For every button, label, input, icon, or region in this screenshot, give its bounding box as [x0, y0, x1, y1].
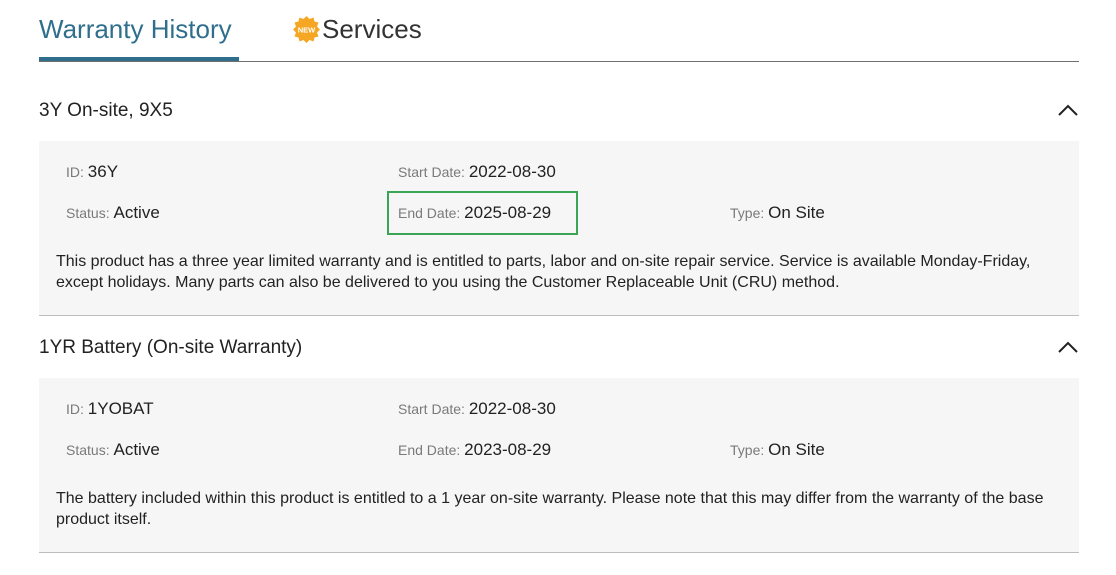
warranty-id-value: 1YOBAT — [87, 399, 154, 418]
warranty-start-date: Start Date: 2022-08-30 — [398, 162, 556, 181]
warranty-id: ID: 1YOBAT — [66, 399, 154, 418]
type-value: On Site — [768, 440, 825, 459]
chevron-up-icon[interactable] — [1057, 339, 1079, 355]
status-value: Active — [113, 203, 160, 222]
warranty-end-date: End Date: 2023-08-29 — [398, 440, 552, 459]
status-value: Active — [113, 440, 160, 459]
new-badge-text: NEW — [298, 25, 316, 34]
warranty-end-date: End Date: 2025-08-29 — [398, 203, 552, 222]
warranty-status: Status: Active — [66, 440, 160, 459]
warranty-title: 3Y On-site, 9X5 — [39, 100, 173, 121]
tab-services-label: Services — [322, 14, 422, 44]
warranty-header-1[interactable]: 3Y On-site, 9X5 — [39, 92, 1079, 132]
end-date-value: 2023-08-29 — [464, 440, 552, 459]
end-date-value: 2025-08-29 — [464, 203, 552, 222]
warranty-status: Status: Active — [66, 203, 160, 222]
warranty-details-1: ID: 36Y Start Date: 2022-08-30 Status: A… — [39, 141, 1079, 316]
warranty-header-2[interactable]: 1YR Battery (On-site Warranty) — [39, 329, 1079, 369]
tab-bar: Warranty History NEW Services — [39, 0, 1079, 62]
tab-services[interactable]: NEW Services — [293, 12, 422, 46]
warranty-details-2: ID: 1YOBAT Start Date: 2022-08-30 Status… — [39, 378, 1079, 553]
active-tab-underline — [39, 57, 239, 61]
warranty-id: ID: 36Y — [66, 162, 119, 181]
tab-warranty-history-label: Warranty History — [39, 14, 232, 44]
warranty-type: Type: On Site — [730, 203, 825, 222]
chevron-up-icon[interactable] — [1057, 102, 1079, 118]
warranty-description: This product has a three year limited wa… — [56, 253, 1031, 291]
start-date-value: 2022-08-30 — [468, 162, 556, 181]
start-date-value: 2022-08-30 — [468, 399, 556, 418]
warranty-start-date: Start Date: 2022-08-30 — [398, 399, 556, 418]
warranty-description: The battery included within this product… — [56, 490, 1044, 528]
warranty-id-value: 36Y — [87, 162, 119, 181]
type-value: On Site — [768, 203, 825, 222]
warranty-title: 1YR Battery (On-site Warranty) — [39, 337, 303, 358]
warranty-type: Type: On Site — [730, 440, 825, 459]
tab-warranty-history[interactable]: Warranty History — [39, 12, 239, 61]
new-badge-icon: NEW — [293, 15, 320, 43]
